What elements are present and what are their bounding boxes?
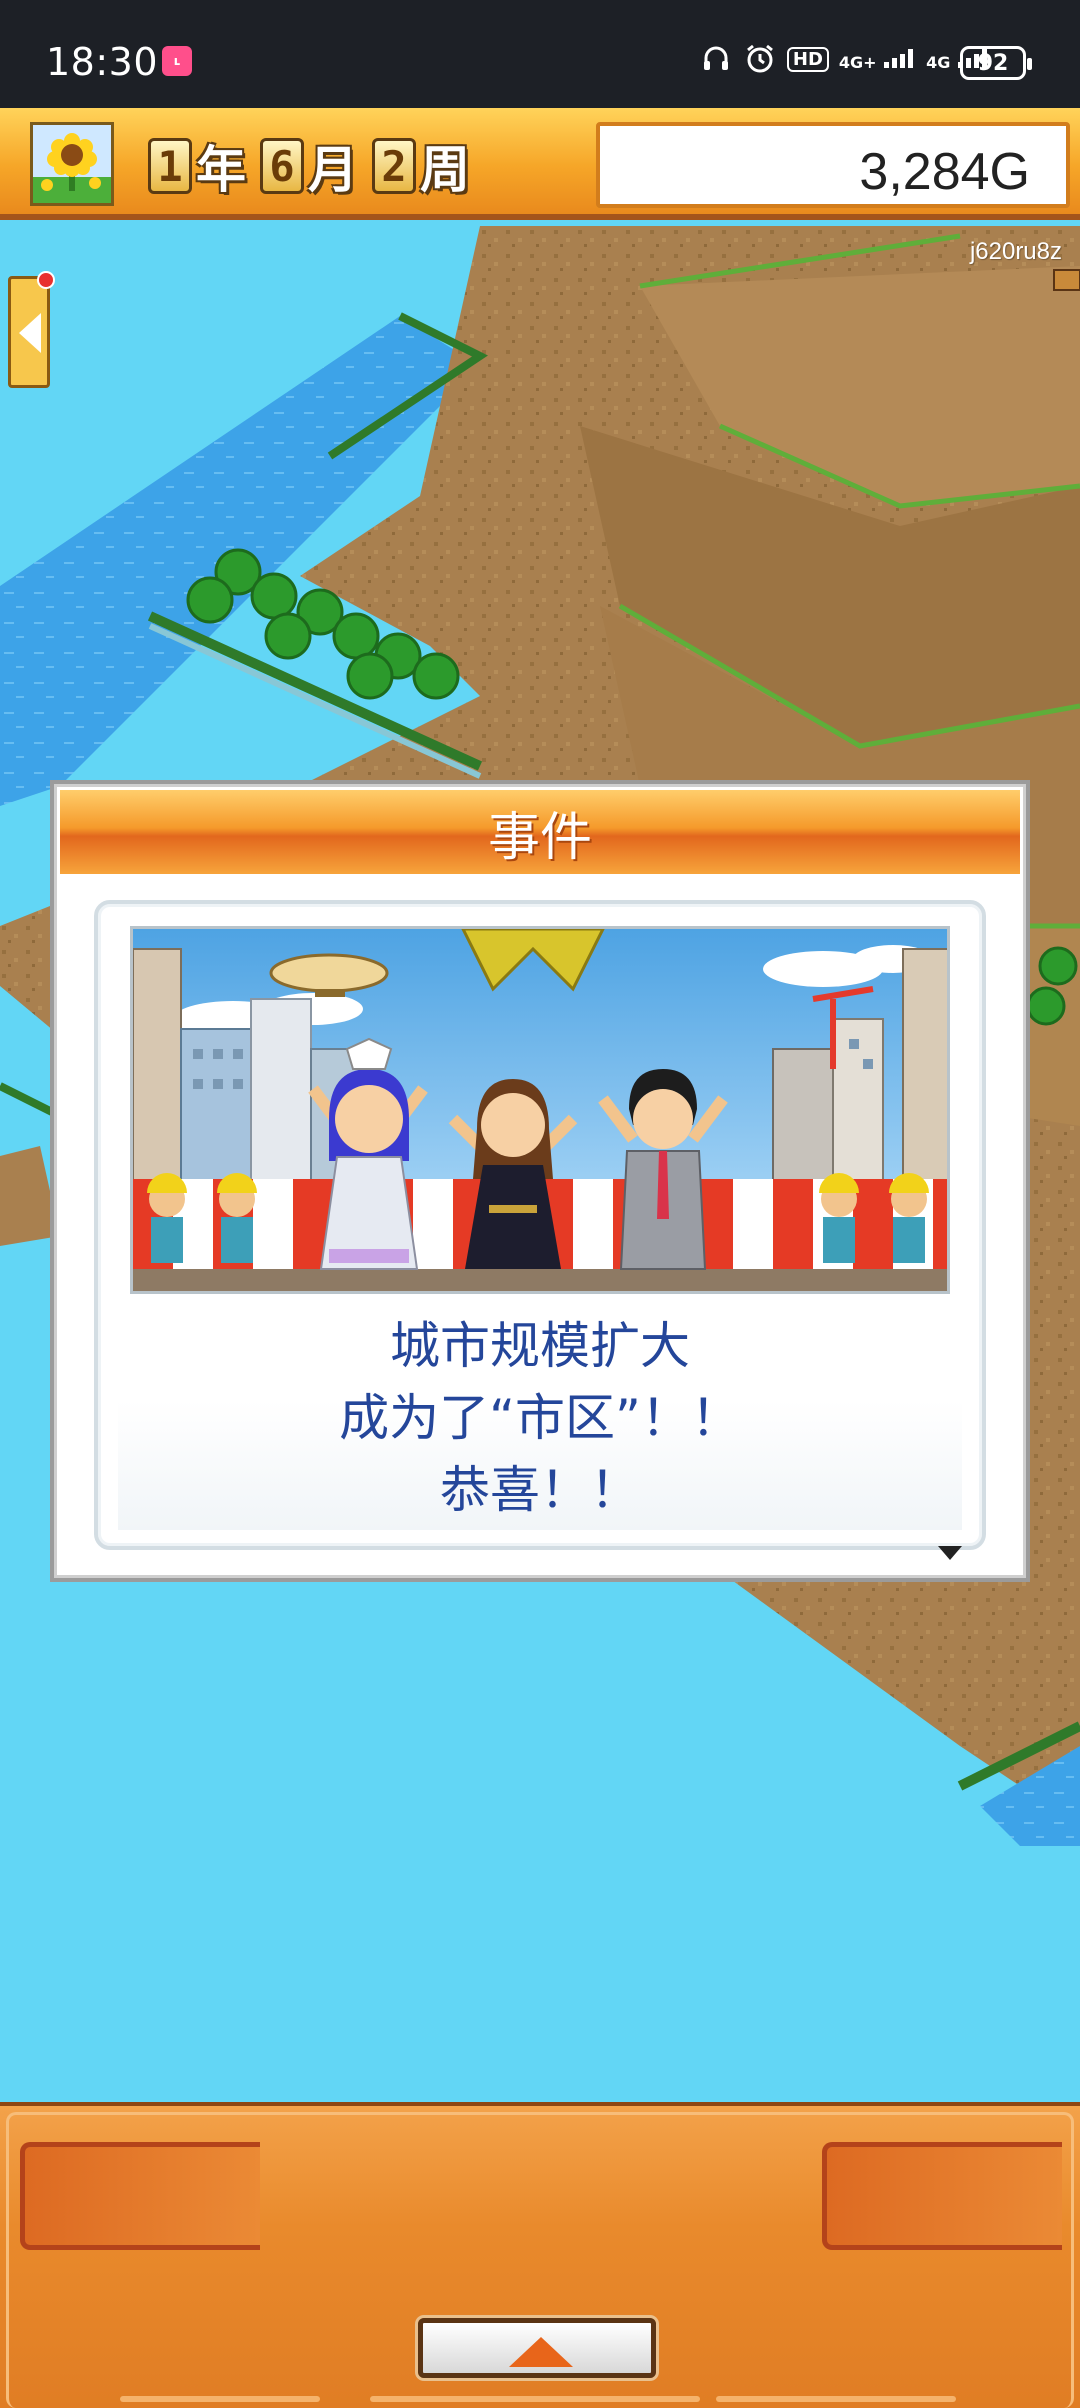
alarm-icon <box>743 42 777 76</box>
month-number: 6 <box>260 138 304 194</box>
game-header: 1 年 6 月 2 周 3,284G <box>0 108 1080 220</box>
expand-menu-button[interactable] <box>418 2318 656 2378</box>
player-id: j620ru8z <box>969 238 1062 265</box>
hd-badge: HD <box>786 46 829 72</box>
week-number: 2 <box>372 138 416 194</box>
left-menu-slot[interactable] <box>20 2142 260 2250</box>
message-line-1: 城市规模扩大 <box>390 1317 690 1375</box>
app-notification-icon: ʟ <box>162 46 192 76</box>
dialog-header: 事件 <box>60 790 1020 874</box>
week-unit: 周 <box>420 141 470 199</box>
status-icons: HD 4G+ 4G <box>699 42 990 76</box>
battery-icon: 92 <box>960 46 1032 80</box>
game-date: 1 年 6 月 2 周 <box>148 130 480 202</box>
divider-center <box>370 2396 700 2402</box>
message-line-2: 成为了“市区”！！ <box>339 1389 741 1447</box>
dialog-title: 事件 <box>487 807 592 868</box>
divider-left <box>120 2396 320 2402</box>
arrow-up-icon <box>509 2337 573 2367</box>
message-line-3: 恭喜！！ <box>440 1461 640 1519</box>
chevron-left-icon <box>19 313 41 353</box>
status-time: 18:30 <box>46 40 159 84</box>
month-unit: 月 <box>308 141 358 199</box>
bottom-menu-panel <box>0 2102 1080 2408</box>
side-menu-tab[interactable] <box>8 271 55 388</box>
money-amount: 3,284G <box>859 143 1030 201</box>
signal-1-label: 4G+ <box>838 52 877 72</box>
continue-arrow-icon[interactable] <box>938 1546 962 1560</box>
headphones-icon <box>699 42 733 76</box>
battery-level: 92 <box>977 50 1009 76</box>
money-display[interactable]: 3,284G <box>596 122 1070 208</box>
sunflower-season-icon[interactable] <box>30 122 114 206</box>
year-unit: 年 <box>196 141 246 199</box>
status-bar: 18:30 ʟ HD 4G+ 4G 92 <box>0 0 1080 108</box>
celebration-illustration <box>130 926 950 1294</box>
signal-4g-plus-icon: 4G+ <box>839 48 916 71</box>
year-number: 1 <box>148 138 192 194</box>
right-menu-slot[interactable] <box>822 2142 1062 2250</box>
divider-right <box>716 2396 956 2402</box>
event-message: 城市规模扩大 成为了“市区”！！ 恭喜！！ <box>94 1310 986 1526</box>
signal-2-label: 4G <box>926 52 951 72</box>
notification-dot <box>37 271 55 289</box>
